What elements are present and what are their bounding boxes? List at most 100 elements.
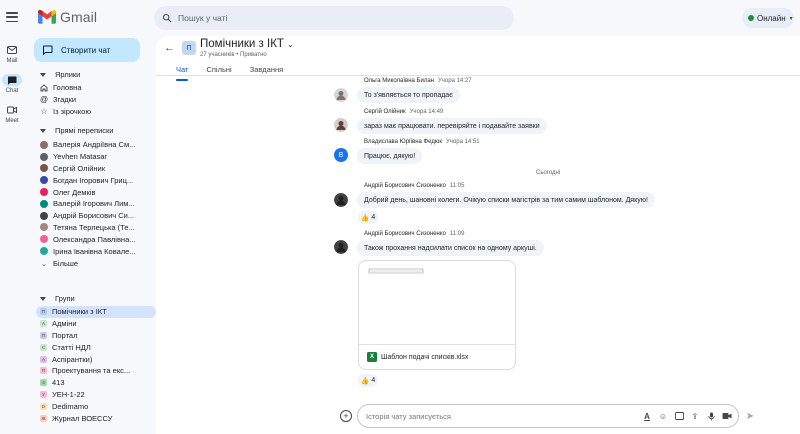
message-author: Сергій Олійник	[364, 109, 406, 115]
sidebar-item-group[interactable]: П Помічники з ІКТ	[36, 306, 156, 318]
sidebar-item-label: Олег Демків	[53, 187, 96, 197]
group-avatar: П	[40, 308, 47, 316]
sidebar-item-dm[interactable]: Богдан Ігорович Гриц...	[36, 174, 156, 186]
sidebar-item-label: Сергій Олійник	[53, 163, 106, 173]
reaction-thumbs-up[interactable]: 👍 4	[358, 211, 378, 224]
groups-title: Групи	[55, 294, 75, 303]
dm-header[interactable]: Прямі переписки	[40, 126, 114, 135]
avatar[interactable]	[334, 88, 348, 102]
sidebar-item-group[interactable]: D Dedimamo	[36, 400, 156, 412]
sidebar-item-dm[interactable]: Олександра Павлівна...	[36, 233, 156, 245]
rail-item-meet[interactable]: Meet	[0, 96, 24, 126]
new-chat-button[interactable]: Створити чат	[34, 38, 140, 62]
message-bubble[interactable]: Також прохання надсилати список на одном…	[357, 240, 544, 256]
status-selector[interactable]: Онлайн ▾	[742, 8, 794, 28]
send-icon[interactable]: ➤	[744, 410, 756, 422]
avatar	[40, 223, 48, 232]
avatar[interactable]	[334, 118, 348, 132]
message-time: Учора 14:51	[445, 139, 480, 145]
groups-header[interactable]: Групи	[40, 294, 75, 303]
gif-icon[interactable]	[674, 411, 684, 421]
dm-title: Прямі переписки	[55, 126, 114, 135]
sidebar-item-group[interactable]: С Статті НДЛ	[36, 341, 156, 353]
message-meta: Ольга Миколаївна Билан Учора 14:27	[364, 78, 472, 84]
sidebar-item-label: Валерія Андріївна См...	[53, 140, 136, 150]
avatar[interactable]: В	[334, 148, 348, 162]
show-more-button[interactable]: ⌄ Більше	[36, 258, 156, 270]
sidebar-item-dm[interactable]: Валерія Андріївна См...	[36, 139, 156, 151]
message-text: Добрий день, шановні колеги. Очікую спис…	[364, 196, 648, 204]
sidebar-item-dm[interactable]: Тетяна Терлецька (Те...	[36, 222, 156, 234]
message-text: Працює, дякую!	[364, 152, 416, 160]
video-clip-icon[interactable]	[722, 411, 732, 421]
add-button[interactable]: +	[340, 410, 352, 422]
reaction-thumbs-up[interactable]: 👍 4	[358, 374, 378, 387]
sidebar-item-dm[interactable]: Сергій Олійник	[36, 163, 156, 175]
message-bubble[interactable]: зараз має працювати. перевіряйте і подав…	[357, 118, 547, 134]
message-time: 11:05	[449, 183, 465, 189]
message-time: Учора 14:27	[437, 78, 472, 84]
sidebar-item-group[interactable]: 4 413	[36, 377, 156, 389]
sidebar-item-home[interactable]: Головна	[36, 82, 156, 94]
rail-item-mail[interactable]: Mail	[0, 36, 24, 66]
show-more-label: Більше	[53, 259, 79, 269]
emoji-icon[interactable]: ☺	[658, 411, 668, 421]
upload-icon[interactable]: ⇪	[690, 411, 700, 421]
format-text-icon[interactable]: A	[642, 411, 652, 421]
message-input[interactable]	[366, 411, 636, 421]
sidebar-item-dm[interactable]: Олег Демків	[36, 186, 156, 198]
message-bubble[interactable]: То з'являється то пропадає	[357, 87, 460, 103]
avatar	[40, 176, 48, 185]
avatar[interactable]	[334, 193, 348, 207]
sidebar-item-label: Адміни	[52, 319, 77, 329]
sidebar-item-group[interactable]: П Портал	[36, 330, 156, 342]
app-rail: Mail Chat Meet	[0, 36, 24, 126]
space-header: ← П Помічники з ІКТ ⌄ 27 учасників • При…	[156, 36, 800, 81]
shortcuts-header[interactable]: Ярлики	[40, 70, 80, 79]
sidebar-item-label: Yevhen Matasar	[53, 152, 107, 162]
message-meta: Андрій Борисович Сизоненко 11:09	[364, 231, 464, 237]
space-subtitle: 27 учасників • Приватно	[200, 52, 267, 58]
sidebar-item-dm[interactable]: Yevhen Matasar	[36, 151, 156, 163]
message-bubble[interactable]: Працює, дякую!	[357, 148, 423, 164]
sidebar-item-mentions[interactable]: @ Згадки	[36, 94, 156, 106]
sidebar-item-label: Олександра Павлівна...	[53, 234, 136, 244]
mail-icon	[7, 46, 17, 54]
avatar[interactable]	[334, 240, 348, 254]
avatar	[40, 199, 48, 208]
tab-chat[interactable]: Чат	[176, 65, 189, 81]
search-bar[interactable]	[154, 6, 514, 30]
sidebar-item-label: Портал	[52, 330, 78, 340]
home-icon	[40, 84, 48, 92]
sidebar-item-label: Журнал ВОЕССУ	[52, 413, 113, 423]
sidebar-item-dm[interactable]: Ірина Іванівна Ковале...	[36, 245, 156, 257]
sidebar-item-dm[interactable]: Валерій Ігорович Лим...	[36, 198, 156, 210]
message-bubble[interactable]: Добрий день, шановні колеги. Очікую спис…	[357, 192, 655, 208]
tab-shared[interactable]: Спільні	[206, 65, 231, 77]
message-composer[interactable]: A ☺ ⇪	[357, 404, 739, 428]
search-icon[interactable]	[162, 13, 172, 23]
sidebar-item-group[interactable]: Ж Журнал ВОЕССУ	[36, 412, 156, 424]
file-attachment-card[interactable]: X Шаблон подачі списків.xlsx	[358, 260, 516, 370]
sidebar-item-starred[interactable]: ☆ Із зірочкою	[36, 106, 156, 118]
app-name: Gmail	[60, 9, 98, 25]
space-title-button[interactable]: Помічники з ІКТ ⌄	[200, 38, 294, 50]
sidebar-item-label: Згадки	[53, 95, 77, 105]
sidebar-item-group[interactable]: У УЕН-1-22	[36, 389, 156, 401]
sidebar-item-group[interactable]: А Аспірантки)	[36, 353, 156, 365]
microphone-icon[interactable]	[706, 411, 716, 421]
message-text: То з'являється то пропадає	[364, 91, 453, 99]
sidebar-item-group[interactable]: П Проектування та екс...	[36, 365, 156, 377]
gmail-logo[interactable]: Gmail	[38, 9, 97, 25]
main-menu-icon[interactable]	[4, 10, 20, 24]
meet-pill	[2, 104, 22, 116]
tab-tasks[interactable]: Завдання	[250, 65, 284, 77]
back-arrow-icon[interactable]: ←	[164, 42, 175, 54]
sidebar-item-label: Із зірочкою	[53, 107, 91, 117]
sidebar: Створити чат Ярлики Головна @ Згадки ☆ І…	[24, 36, 156, 434]
sidebar-item-group[interactable]: А Адміни	[36, 318, 156, 330]
sidebar-item-dm[interactable]: Андрій Борисович Си...	[36, 210, 156, 222]
search-input[interactable]	[178, 13, 498, 23]
rail-item-chat[interactable]: Chat	[0, 66, 24, 96]
reaction-count: 4	[371, 214, 376, 221]
